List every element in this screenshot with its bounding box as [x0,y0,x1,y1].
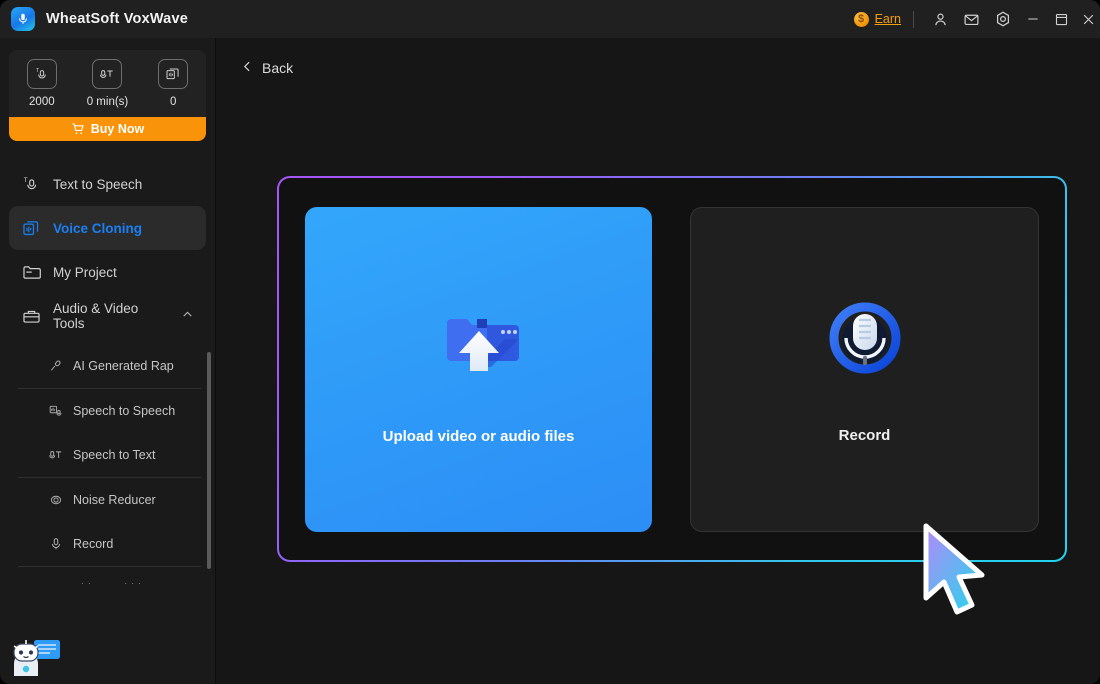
chatbot-icon[interactable] [10,634,66,678]
noise-reducer-icon [48,493,63,508]
earn-label: Earn [874,12,901,26]
credit-value: 0 [169,96,177,108]
text-to-speech-credit-icon: T [26,59,57,89]
sidebar-subitem-label: AI Generated Rap [73,359,174,373]
upload-card-label: Upload video or audio files [382,428,575,445]
sidebar-subitem-label: Speech to Text [73,448,156,462]
record-mic-icon [48,537,63,552]
toolbox-icon [22,307,41,326]
sidebar-subitem-label: Record [73,537,114,551]
main-content: Back Upload video or audio files Record [216,38,1100,684]
mail-icon[interactable] [956,0,987,38]
sidebar-subitem-ai-generated-rap[interactable]: AI Generated Rap [0,344,215,388]
toolbar-divider [913,10,914,28]
sidebar-scrollbar-thumb[interactable] [207,352,211,569]
sidebar-subitem-label: Video Dubbing [73,582,155,584]
sidebar-subitem-speech-to-speech[interactable]: Speech to Speech [0,389,215,433]
credit-value: 0 min(s) [86,96,129,108]
chevron-up-icon[interactable] [181,308,194,324]
earn-button[interactable]: $ Earn [853,11,901,27]
minimize-button[interactable] [1018,0,1047,38]
text-to-speech-icon: T [22,175,41,194]
coin-icon: $ [853,11,869,27]
app-title: WheatSoft VoxWave [46,11,188,27]
back-label: Back [262,60,294,76]
sidebar-item-my-project[interactable]: My Project [9,250,206,294]
app-logo-icon [11,7,35,31]
speech-to-text-credit-icon [92,59,123,89]
settings-icon[interactable] [987,0,1018,38]
voice-clone-credit-icon [158,59,189,89]
close-button[interactable] [1076,0,1100,38]
sidebar-subitem-label: Noise Reducer [73,493,156,507]
audio-video-tools-submenu: AI Generated Rap Speech to Speech Speech… [0,344,215,584]
voice-cloning-icon [22,219,41,238]
sidebar-item-voice-cloning[interactable]: Voice Cloning [9,206,206,250]
sidebar-item-audio-video-tools[interactable]: Audio & Video Tools [9,294,206,338]
window-controls: $ Earn [853,0,1100,38]
credit-item: 0 min(s) [78,59,136,108]
record-card-label: Record [838,427,891,444]
account-icon[interactable] [925,0,956,38]
sidebar-subitem-record[interactable]: Record [0,522,215,566]
rap-mic-icon [48,359,63,374]
chevron-left-icon [241,60,254,76]
sidebar-item-label: My Project [53,264,117,280]
credit-item: T 2000 [13,59,71,108]
source-selector-panel: Upload video or audio files Record [277,176,1067,562]
svg-text:T: T [36,68,40,74]
sidebar-item-label: Audio & Video Tools [53,301,139,331]
maximize-button[interactable] [1047,0,1076,38]
title-bar: WheatSoft VoxWave $ Earn [0,0,1100,38]
buy-now-button[interactable]: Buy Now [9,117,206,141]
sidebar-subitem-noise-reducer[interactable]: Noise Reducer [0,478,215,522]
speech-to-text-icon [48,448,63,463]
video-dubbing-icon [48,582,63,585]
svg-text:T: T [23,177,27,184]
sidebar-subitem-speech-to-text[interactable]: Speech to Text [0,433,215,477]
sidebar-subitem-video-dubbing[interactable]: Video Dubbing [0,567,215,584]
app-window: WheatSoft VoxWave $ Earn T 2000 0 min(s)… [0,0,1100,684]
folder-icon [22,263,41,282]
upload-card[interactable]: Upload video or audio files [305,206,652,532]
speech-to-speech-icon [48,404,63,419]
sidebar-item-label: Text to Speech [53,176,143,192]
back-button[interactable]: Back [241,60,293,76]
sidebar-item-text-to-speech[interactable]: T Text to Speech [9,162,206,206]
credits-panel: T 2000 0 min(s) 0 Buy Now [9,50,206,141]
sidebar-subitem-label: Speech to Speech [73,404,176,418]
main-navigation: T Text to Speech Voice Cloning My Projec… [0,162,215,584]
record-card[interactable]: Record [690,206,1039,532]
buy-now-label: Buy Now [90,122,145,136]
credit-value: 2000 [29,96,55,108]
credit-item: 0 [144,59,202,108]
sidebar-item-label: Voice Cloning [53,220,143,236]
sidebar: T 2000 0 min(s) 0 Buy Now T Text to Spee… [0,38,216,684]
cart-icon [72,123,84,135]
microphone-ring-icon [819,294,911,391]
upload-folder-icon [431,293,527,394]
